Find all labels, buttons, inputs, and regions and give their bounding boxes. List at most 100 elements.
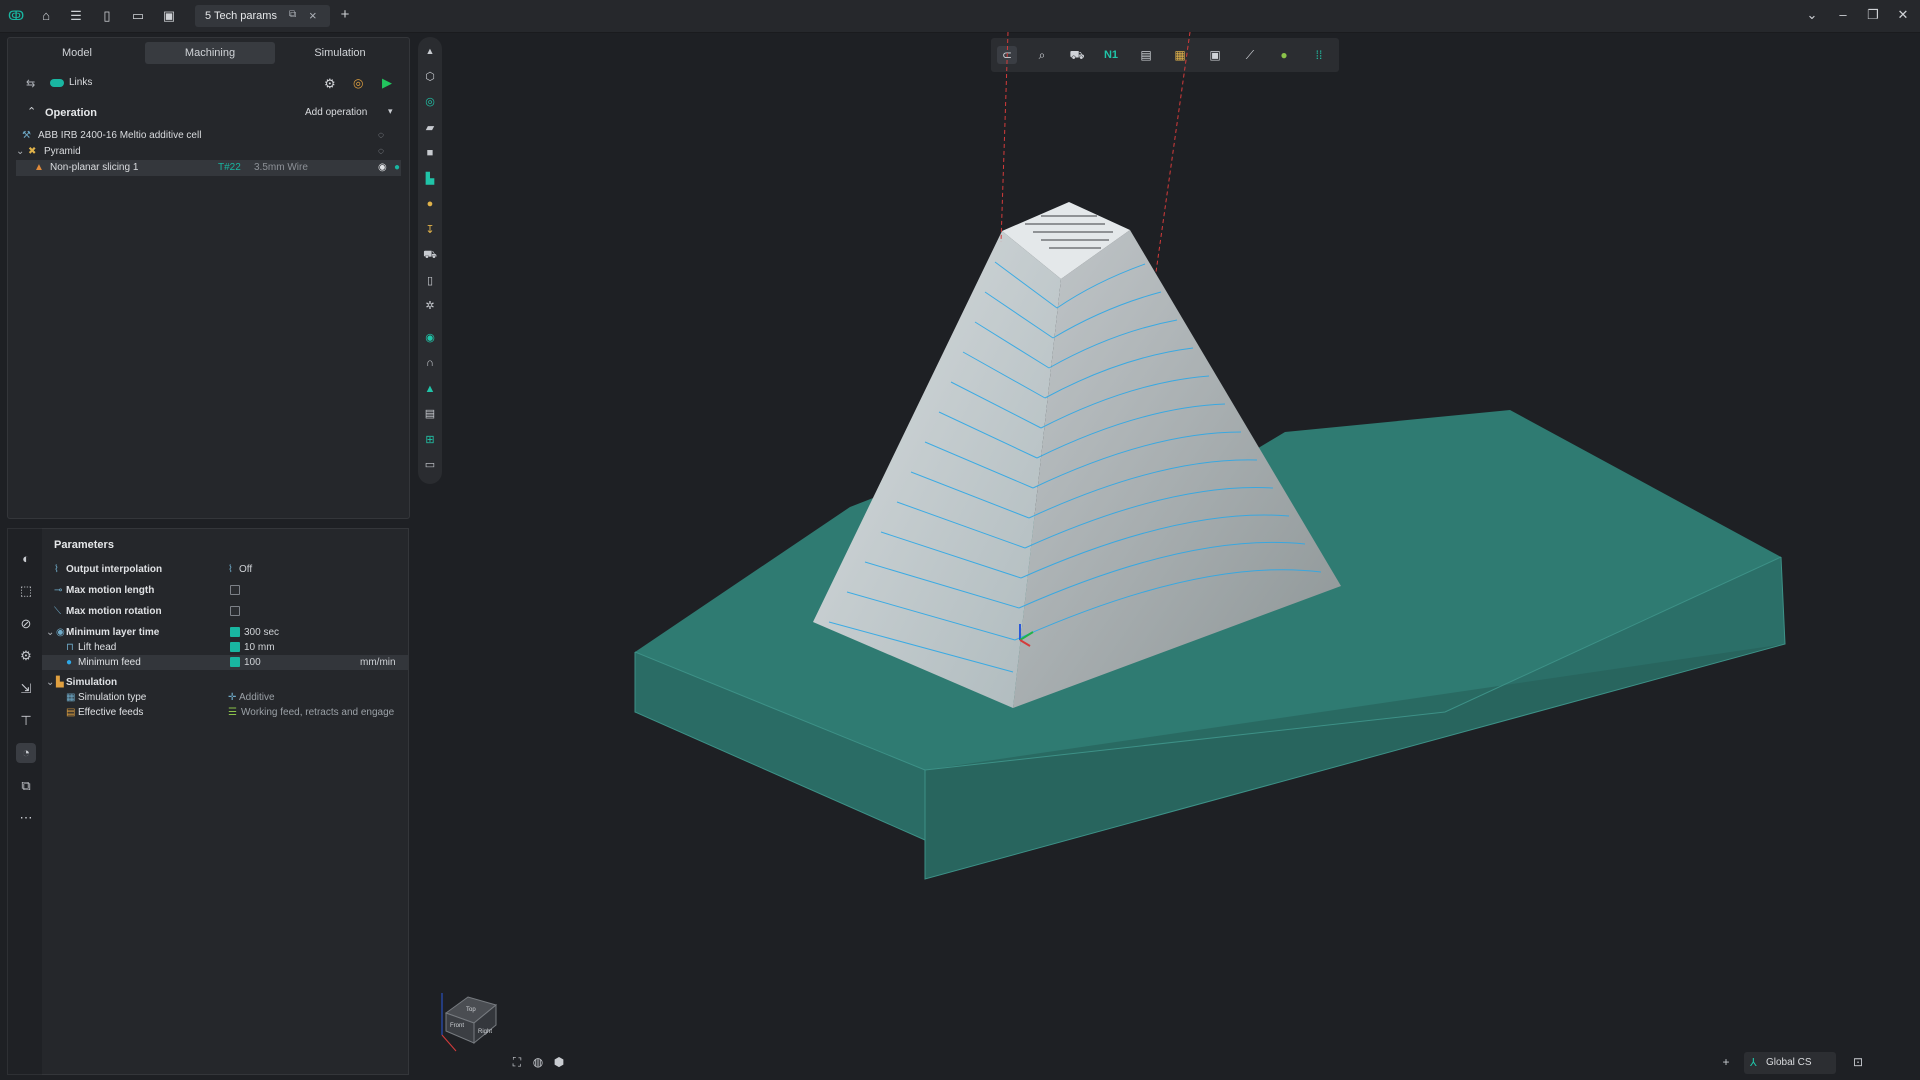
grid-icon[interactable]: ⊞	[422, 432, 438, 448]
param-max-motion-rotation[interactable]: ⟍ Max motion rotation	[42, 604, 408, 619]
tree-item-machine[interactable]: ⚒ ABB IRB 2400-16 Meltio additive cell ◌	[16, 128, 401, 144]
chat-icon[interactable]: ▭	[422, 457, 438, 473]
material-label: 3.5mm Wire	[254, 162, 308, 173]
new-file-icon[interactable]: ▯	[99, 8, 115, 24]
layers-icon[interactable]: ▰	[422, 120, 438, 136]
checkbox[interactable]	[230, 604, 244, 619]
add-cs-button[interactable]: +	[1718, 1054, 1734, 1070]
link-icon[interactable]: ⧉	[16, 776, 36, 796]
popout-icon[interactable]: ⧉	[289, 9, 296, 20]
tool-label: T#22	[218, 162, 241, 173]
save-icon[interactable]: ▣	[161, 8, 177, 24]
restore-icon[interactable]: ❐	[1864, 7, 1882, 23]
param-output-interpolation[interactable]: ⌇ Output interpolation ⌇ Off	[42, 562, 408, 577]
stock-icon[interactable]: ◎	[422, 94, 438, 110]
gear-icon[interactable]: ✲	[422, 298, 438, 314]
title-bar: ↂ ⌂ ☰ ▯ ▭ ▣ 5 Tech params ⧉ × + ⌄ – ❐ ✕	[0, 0, 1920, 33]
door-icon[interactable]: ▯	[422, 273, 438, 289]
tool-icon[interactable]: ◐	[16, 549, 36, 569]
home-icon[interactable]: ⌂	[38, 8, 54, 24]
fit-view-icon[interactable]: ⛶	[509, 1054, 525, 1070]
visibility-icon[interactable]: ◉	[378, 160, 387, 176]
operation-heading: Operation	[45, 107, 97, 119]
curve-icon[interactable]: ∩	[422, 355, 438, 371]
param-value[interactable]: Off	[239, 562, 252, 577]
shading-icon[interactable]: ◍	[530, 1054, 546, 1070]
menu-icon[interactable]: ☰	[68, 8, 84, 24]
param-value[interactable]: Working feed, retracts and engage	[241, 705, 406, 720]
param-simulation-type[interactable]: ▦ Simulation type ✛ Additive	[42, 690, 408, 705]
visibility-icon[interactable]: ◌	[378, 128, 384, 144]
checkbox[interactable]	[230, 583, 244, 598]
chevron-down-icon[interactable]: ⌄	[46, 625, 54, 640]
coordinate-system-selector[interactable]: ⅄ Global CS	[1744, 1052, 1836, 1074]
point-icon[interactable]: ◉	[422, 330, 438, 346]
robot-icon[interactable]: ⛟	[422, 247, 438, 263]
param-label: Max motion rotation	[66, 606, 162, 617]
light-icon[interactable]: ●	[422, 196, 438, 212]
tree-item-pyramid[interactable]: ⌄ ✖ Pyramid ◌	[16, 144, 401, 160]
fixture-icon[interactable]: ▙	[422, 171, 438, 187]
view-cube[interactable]: Top Front Right	[436, 985, 506, 1055]
cube-view-icon[interactable]: ⬢	[551, 1054, 567, 1070]
tab-model[interactable]: Model	[12, 42, 142, 64]
compass-icon[interactable]: ⊘	[16, 614, 36, 634]
chevron-down-icon[interactable]: ⌄	[46, 675, 54, 690]
viewport-3d[interactable]	[445, 32, 1920, 1080]
gear-icon[interactable]: ⚙	[16, 646, 36, 666]
selection-icon[interactable]: ⬚	[16, 581, 36, 601]
param-max-motion-length[interactable]: ⊸ Max motion length	[42, 583, 408, 598]
links-toggle[interactable]	[50, 79, 64, 87]
minimize-icon[interactable]: –	[1834, 7, 1852, 22]
open-folder-icon[interactable]: ▭	[130, 8, 146, 24]
scroll-up-icon[interactable]: ▲	[422, 43, 438, 59]
box-icon[interactable]: ⬡	[422, 69, 438, 85]
play-icon[interactable]: ▶	[382, 75, 392, 91]
param-label: Minimum layer time	[66, 627, 160, 638]
add-operation-dropdown-icon[interactable]: ▾	[388, 106, 393, 117]
tree-item-label: ABB IRB 2400-16 Meltio additive cell	[38, 130, 202, 141]
document-tab[interactable]: 5 Tech params ⧉ ×	[195, 5, 330, 27]
param-label: Simulation	[66, 677, 118, 688]
tab-machining[interactable]: Machining	[145, 42, 275, 64]
book-icon[interactable]: ▤	[422, 406, 438, 422]
tab-simulation[interactable]: Simulation	[275, 42, 405, 64]
viewcube-top: Top	[466, 1007, 476, 1013]
param-value: 10 mm	[244, 642, 275, 653]
param-value-wrap[interactable]: 100	[230, 655, 261, 670]
app-logo-icon[interactable]: ↂ	[8, 8, 24, 24]
collapse-icon[interactable]: ⌃	[27, 105, 36, 118]
chevron-down-icon[interactable]: ⌄	[1803, 7, 1821, 23]
notification-icon[interactable]: ⊡	[1850, 1054, 1866, 1070]
param-minimum-feed[interactable]: ● Minimum feed 100 mm/min	[42, 655, 408, 670]
param-value-wrap[interactable]: 10 mm	[230, 640, 275, 655]
param-label: Simulation type	[78, 692, 147, 703]
unit-label[interactable]: mm/min	[360, 655, 396, 670]
speed-icon[interactable]: ◔	[16, 743, 36, 763]
close-window-icon[interactable]: ✕	[1894, 7, 1912, 23]
param-value[interactable]: Additive	[239, 690, 275, 705]
calculate-icon[interactable]: ◎	[353, 76, 363, 90]
feeds-list-icon: ☰	[228, 707, 237, 718]
nozzle-icon[interactable]: ↧	[422, 222, 438, 238]
nozzle-icon[interactable]: ⊤	[16, 711, 36, 731]
param-effective-feeds[interactable]: ▤ Effective feeds ☰ Working feed, retrac…	[42, 705, 408, 720]
transform-icon[interactable]: ⇲	[16, 679, 36, 699]
more-icon[interactable]: ⋯	[16, 808, 36, 828]
chevron-down-icon[interactable]: ⌄	[16, 144, 24, 160]
surface-icon[interactable]: ▲	[422, 381, 438, 397]
tree-item-label: Pyramid	[44, 146, 81, 157]
add-tab-button[interactable]: +	[337, 7, 353, 23]
visibility-icon[interactable]: ◌	[378, 144, 384, 160]
additive-icon: ✛	[228, 692, 237, 703]
param-simulation[interactable]: ⌄ ▙ Simulation	[42, 675, 408, 690]
sheet-icon[interactable]: ■	[422, 145, 438, 161]
param-lift-head[interactable]: ⊓ Lift head 10 mm	[42, 640, 408, 655]
param-value-wrap[interactable]: 300 sec	[230, 625, 279, 640]
tree-item-slicing[interactable]: ▲ Non-planar slicing 1 T#22 3.5mm Wire ◉…	[16, 160, 401, 176]
gear-icon[interactable]: ⚙	[324, 76, 336, 92]
close-tab-icon[interactable]: ×	[309, 8, 317, 23]
add-operation-button[interactable]: Add operation	[305, 107, 367, 118]
param-minimum-layer-time[interactable]: ⌄ ◉ Minimum layer time 300 sec	[42, 625, 408, 640]
links-icon[interactable]: ⇆	[26, 77, 35, 90]
